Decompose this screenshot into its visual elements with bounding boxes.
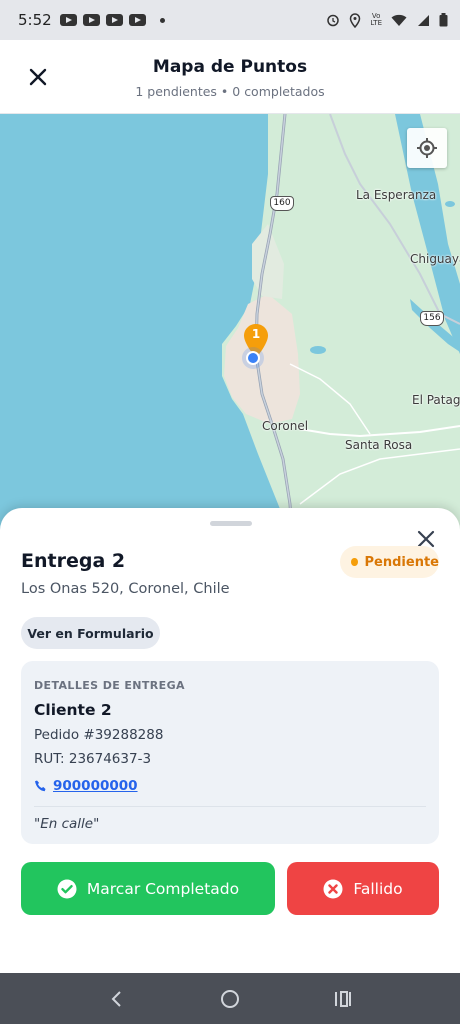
status-bar: 5:52 Vo LTE <box>0 0 460 40</box>
crosshair-icon <box>417 138 437 158</box>
status-dot <box>351 558 358 566</box>
back-chevron-icon <box>111 990 121 1007</box>
map-label-santa-rosa: Santa Rosa <box>345 438 413 452</box>
nav-back-button[interactable] <box>97 979 137 1019</box>
status-badge-label: Pendiente <box>364 554 439 570</box>
route-160-shield: 160 <box>270 196 294 211</box>
delivery-details-card: DETALLES DE ENTREGA Cliente 2 Pedido #39… <box>21 661 439 844</box>
delivery-title: Entrega 2 <box>21 550 126 572</box>
details-section-label: DETALLES DE ENTREGA <box>34 679 185 692</box>
top-app-bar: Mapa de Puntos 1 pendientes • 0 completa… <box>0 40 460 114</box>
wifi-icon <box>391 14 407 26</box>
client-rut: RUT: 23674637-3 <box>34 751 152 767</box>
mark-failed-label: Fallido <box>353 879 403 898</box>
x-circle-icon <box>323 879 343 898</box>
recents-icon <box>335 990 352 1007</box>
status-time: 5:52 <box>18 11 52 29</box>
delivery-address: Los Onas 520, Coronel, Chile <box>21 581 230 597</box>
my-location-button[interactable] <box>407 128 447 168</box>
view-form-button[interactable]: Ver en Formulario <box>21 617 160 649</box>
page-title: Mapa de Puntos <box>152 57 308 77</box>
nav-home-button[interactable] <box>210 979 250 1019</box>
route-156-shield: 156 <box>420 311 444 326</box>
youtube-notification-icon <box>128 14 146 26</box>
mark-completed-button[interactable]: Marcar Completado <box>21 862 275 915</box>
map-tiles <box>222 114 460 534</box>
mark-completed-label: Marcar Completado <box>86 879 240 898</box>
alarm-icon <box>327 14 340 27</box>
delivery-note: "En calle" <box>34 816 100 832</box>
phone-number[interactable]: 900000000 <box>53 778 138 794</box>
marker-number: 1 <box>251 327 261 341</box>
lte-indicator: Vo LTE <box>370 12 382 27</box>
map-label-chiguaya: Chiguaya <box>410 252 460 266</box>
details-divider <box>34 806 426 807</box>
youtube-notification-icon <box>59 14 77 26</box>
user-location-dot <box>246 351 260 365</box>
map-label-la-esperanza: La Esperanza <box>356 188 437 202</box>
page-subtitle: 1 pendientes • 0 completados <box>135 84 325 99</box>
client-name: Cliente 2 <box>34 701 112 719</box>
battery-icon <box>439 13 448 27</box>
location-icon <box>350 12 361 28</box>
drag-handle[interactable] <box>210 521 252 526</box>
more-notifications-icon <box>159 17 165 23</box>
signal-icon <box>418 14 429 26</box>
youtube-notification-icon <box>105 14 123 26</box>
youtube-notification-icon <box>82 14 100 26</box>
phone-icon <box>35 780 46 792</box>
system-navigation-bar <box>0 973 460 1024</box>
map-view[interactable]: 160 156 La Esperanza Chiguaya El Patag C… <box>0 114 460 534</box>
map-label-el-patag: El Patag <box>412 393 460 407</box>
map-label-coronel: Coronel <box>262 419 309 433</box>
home-circle-icon <box>220 989 239 1008</box>
status-badge: Pendiente <box>340 546 439 578</box>
delivery-bottom-sheet: Entrega 2 Pendiente Los Onas 520, Corone… <box>0 508 460 973</box>
mark-failed-button[interactable]: Fallido <box>287 862 439 915</box>
nav-recents-button[interactable] <box>323 979 363 1019</box>
phone-link[interactable]: 900000000 <box>34 778 138 794</box>
order-number: Pedido #39288288 <box>34 727 164 743</box>
check-circle-icon <box>57 879 77 898</box>
